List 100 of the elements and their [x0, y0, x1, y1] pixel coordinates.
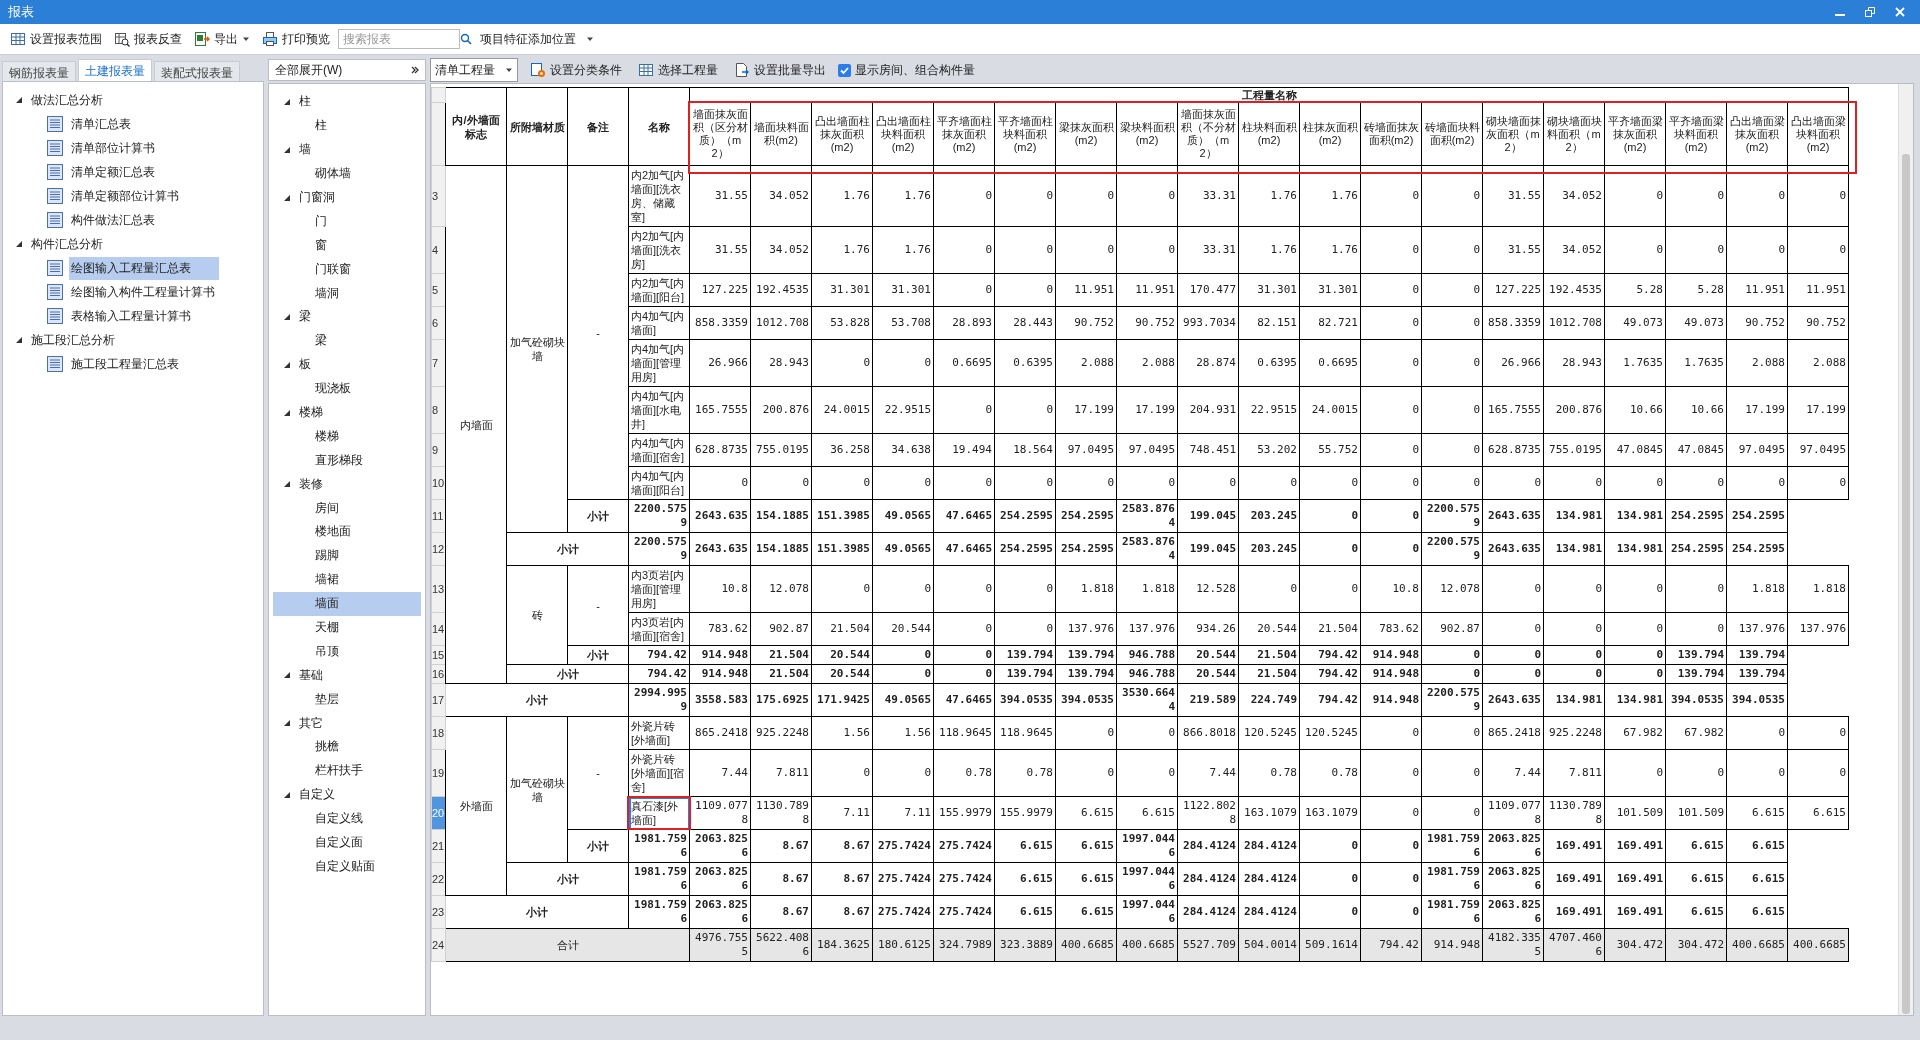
- tree-item[interactable]: 天棚: [273, 615, 421, 640]
- tree-group[interactable]: 其它: [299, 714, 323, 732]
- tree-item[interactable]: 清单部位计算书: [69, 136, 157, 160]
- tree-item[interactable]: 施工段工程量汇总表: [69, 352, 181, 376]
- row-number[interactable]: 21: [431, 829, 446, 863]
- tree-item[interactable]: 绘图输入工程量汇总表: [69, 256, 219, 280]
- tree-item[interactable]: 踢脚: [273, 543, 421, 568]
- table-cell[interactable]: 内3页岩[内墙面][宿舍]: [628, 612, 690, 646]
- tree-item[interactable]: 清单定额部位计算书: [69, 184, 181, 208]
- toolbar-button[interactable]: 设置分类条件: [526, 58, 626, 82]
- row-number[interactable]: 14: [431, 612, 446, 646]
- row-number[interactable]: 19: [431, 749, 446, 797]
- tree-item[interactable]: 梁: [273, 328, 421, 353]
- row-number[interactable]: 8: [431, 386, 446, 434]
- tree-item[interactable]: 垫层: [273, 687, 421, 712]
- tree-item[interactable]: 表格输入工程量计算书: [69, 304, 193, 328]
- tree-item[interactable]: 清单汇总表: [69, 112, 133, 136]
- row-number[interactable]: 24: [431, 928, 446, 962]
- tree-group[interactable]: 做法汇总分析: [29, 88, 105, 112]
- search-field[interactable]: 搜索报表: [338, 29, 460, 49]
- export-menu-button[interactable]: 导出: [190, 27, 254, 51]
- tree-item[interactable]: 门: [273, 209, 421, 234]
- expanded-icon[interactable]: [15, 336, 23, 344]
- close-icon[interactable]: [1894, 6, 1906, 18]
- tree-item[interactable]: 绘图输入构件工程量计算书: [69, 280, 217, 304]
- table-cell[interactable]: 内4加气[内墙面][阳台]: [628, 466, 690, 500]
- row-number[interactable]: 6: [431, 306, 446, 340]
- tree-group[interactable]: 柱: [299, 93, 311, 111]
- row-number[interactable]: 3: [431, 165, 446, 227]
- tab[interactable]: 土建报表量: [78, 59, 152, 81]
- row-number[interactable]: 9: [431, 433, 446, 467]
- expanded-icon[interactable]: [283, 193, 291, 202]
- expanded-icon[interactable]: [283, 480, 291, 489]
- tree-item[interactable]: 自定义面: [273, 830, 421, 855]
- tree-group[interactable]: 墙: [299, 141, 311, 159]
- table-cell[interactable]: 外瓷片砖[外墙面]: [628, 716, 690, 750]
- tree-item[interactable]: 构件做法汇总表: [69, 208, 157, 232]
- tree-item[interactable]: 砌体墙: [273, 161, 421, 186]
- expanded-icon[interactable]: [283, 97, 291, 106]
- expanded-icon[interactable]: [283, 312, 291, 321]
- toolbar-button[interactable]: 报表反查: [110, 27, 186, 51]
- tree-item[interactable]: 吊顶: [273, 639, 421, 664]
- tree-item[interactable]: 挑檐: [273, 735, 421, 759]
- row-number[interactable]: 7: [431, 339, 446, 387]
- tab[interactable]: 钢筋报表量: [2, 61, 76, 81]
- row-number[interactable]: 12: [431, 532, 446, 566]
- table-cell[interactable]: 真石漆[外墙面]: [628, 796, 690, 830]
- tree-item[interactable]: 自定义线: [273, 806, 421, 831]
- row-number[interactable]: 22: [431, 862, 446, 896]
- toolbar-button[interactable]: 打印预览: [258, 27, 334, 51]
- checkbox-label[interactable]: 显示房间、组合构件量: [838, 61, 975, 79]
- row-number[interactable]: 4: [431, 226, 446, 274]
- expanded-icon[interactable]: [15, 96, 23, 104]
- row-number[interactable]: 13: [431, 565, 446, 613]
- tree-item[interactable]: 墙面: [273, 591, 421, 616]
- scrollbar-thumb[interactable]: [1902, 154, 1910, 1014]
- tab[interactable]: 装配式报表量: [154, 61, 240, 81]
- table-cell[interactable]: 内2加气[内墙面][阳台]: [628, 273, 690, 307]
- tree-group[interactable]: 装修: [299, 475, 323, 493]
- tree-item[interactable]: 清单定额汇总表: [69, 160, 157, 184]
- dropdown[interactable]: 清单工程量: [430, 58, 518, 82]
- toolbar-button[interactable]: 设置报表范围: [6, 27, 106, 51]
- expanded-icon[interactable]: [283, 145, 291, 154]
- table-cell[interactable]: 内4加气[内墙面][宿舍]: [628, 433, 690, 467]
- row-number[interactable]: 23: [431, 895, 446, 929]
- toolbar-button[interactable]: 选择工程量: [634, 58, 722, 82]
- tree-group[interactable]: 自定义: [299, 786, 335, 804]
- tree-group[interactable]: 施工段汇总分析: [29, 328, 117, 352]
- row-number[interactable]: 11: [431, 499, 446, 533]
- tree-group[interactable]: 门窗洞: [299, 189, 335, 206]
- row-number[interactable]: 18: [431, 716, 446, 750]
- expanded-icon[interactable]: [283, 719, 291, 728]
- expanded-icon[interactable]: [15, 240, 23, 248]
- tree-item[interactable]: 楼梯: [273, 424, 421, 449]
- table-cell[interactable]: 内4加气[内墙面][水电井]: [628, 386, 690, 434]
- tree-item[interactable]: 墙裙: [273, 567, 421, 592]
- row-number[interactable]: 10: [431, 466, 446, 500]
- table-cell[interactable]: 外瓷片砖[外墙面][宿舍]: [628, 749, 690, 797]
- tree-group[interactable]: 基础: [299, 666, 323, 684]
- expanded-icon[interactable]: [283, 360, 291, 369]
- tree-item[interactable]: 现浇板: [273, 376, 421, 401]
- table-cell[interactable]: 内2加气[内墙面][洗衣房]: [628, 226, 690, 274]
- restore-icon[interactable]: [1864, 6, 1876, 18]
- tree-group[interactable]: 梁: [299, 308, 311, 326]
- table-cell[interactable]: 内4加气[内墙面][管理用房]: [628, 339, 690, 387]
- tree-group[interactable]: 构件汇总分析: [29, 232, 105, 256]
- tree-item[interactable]: 直形梯段: [273, 448, 421, 473]
- tree-item[interactable]: 窗: [273, 233, 421, 258]
- table-cell[interactable]: 内4加气[内墙面]: [628, 306, 690, 340]
- tree-group[interactable]: 楼梯: [299, 404, 323, 421]
- expand-all-dropdown[interactable]: 全部展开(W): [268, 59, 426, 81]
- tree-item[interactable]: 房间: [273, 496, 421, 521]
- tree-item[interactable]: 楼地面: [273, 520, 421, 544]
- checkbox[interactable]: [838, 63, 851, 77]
- table-cell[interactable]: 内3页岩[内墙面][管理用房]: [628, 565, 690, 613]
- toolbar-button[interactable]: 设置批量导出: [730, 58, 830, 82]
- tree-item[interactable]: 柱: [273, 113, 421, 138]
- tree-item[interactable]: 门联窗: [273, 257, 421, 282]
- tree-group[interactable]: 板: [299, 356, 311, 374]
- tree-item[interactable]: 自定义贴面: [273, 854, 421, 879]
